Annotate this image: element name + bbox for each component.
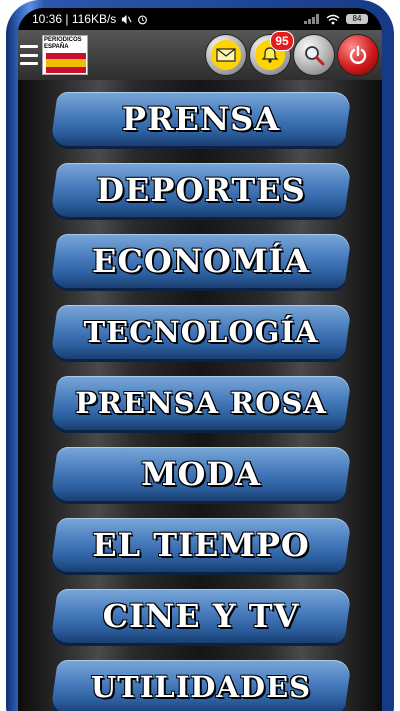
power-button[interactable] (338, 35, 378, 75)
signal-icon (304, 14, 319, 24)
notification-count-badge: 95 (270, 31, 294, 51)
category-label: MODA (141, 455, 261, 493)
mail-icon (216, 48, 236, 62)
mute-icon (122, 14, 132, 24)
category-label: DEPORTES (96, 171, 306, 209)
app-bar: PERIODICOS ESPAÑA 95 (18, 30, 382, 80)
battery-indicator: 84 (346, 14, 368, 24)
search-icon (305, 46, 325, 66)
category-button-prensa[interactable]: PRENSA (50, 92, 352, 148)
category-button-el-tiempo[interactable]: EL TIEMPO (50, 518, 352, 574)
category-label: TECNOLOGÍA (83, 315, 319, 349)
screen: 10:36 | 116KB/s 84 PERIODICOS ESPAÑA 95 … (18, 8, 382, 711)
category-label: EL TIEMPO (92, 526, 310, 564)
category-button-prensa-rosa[interactable]: PRENSA ROSA (50, 376, 352, 432)
logo-text-line1: PERIODICOS (44, 37, 82, 43)
category-button-utilidades[interactable]: UTILIDADES (50, 660, 352, 711)
category-label: PRENSA (121, 100, 281, 138)
category-label: ECONOMÍA (91, 242, 311, 280)
phone-frame: 10:36 | 116KB/s 84 PERIODICOS ESPAÑA 95 … (0, 0, 400, 711)
logo-text-line2: ESPAÑA (44, 44, 69, 50)
wifi-icon (326, 14, 340, 24)
spain-flag (46, 53, 86, 73)
category-label: PRENSA ROSA (75, 386, 327, 420)
status-time-speed: 10:36 | 116KB/s (32, 12, 117, 26)
search-button[interactable] (294, 35, 334, 75)
alarm-icon (138, 15, 148, 24)
category-button-tecnologia[interactable]: TECNOLOGÍA (50, 305, 352, 361)
category-button-deportes[interactable]: DEPORTES (50, 163, 352, 219)
notifications-button[interactable]: 95 (250, 31, 294, 75)
status-bar: 10:36 | 116KB/s 84 (18, 8, 382, 30)
power-icon (349, 45, 367, 64)
category-button-cine-y-tv[interactable]: CINE Y TV (50, 589, 352, 645)
category-menu: PRENSA DEPORTES ECONOMÍA TECNOLOGÍA PREN… (18, 80, 382, 711)
category-label: CINE Y TV (102, 597, 300, 635)
app-logo: PERIODICOS ESPAÑA (42, 35, 88, 75)
category-label: UTILIDADES (90, 670, 312, 704)
mail-button[interactable] (206, 35, 246, 75)
hamburger-menu-icon[interactable] (20, 45, 38, 65)
category-button-moda[interactable]: MODA (50, 447, 352, 503)
category-button-economia[interactable]: ECONOMÍA (50, 234, 352, 290)
